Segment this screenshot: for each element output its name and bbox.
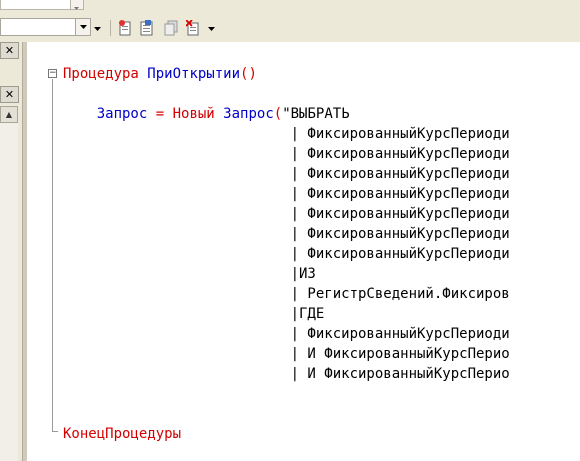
chevron-down-icon[interactable]: [75, 19, 90, 35]
close-icon[interactable]: ✕: [0, 42, 19, 59]
code-line[interactable]: |ГДЕ: [63, 304, 325, 324]
code-token: Запрос: [63, 106, 148, 122]
code-token: | РегистрСведений.Фиксиров: [63, 286, 510, 302]
code-token: |ИЗ: [63, 266, 316, 282]
code-token: | ФиксированныйКурсПериоди: [63, 166, 510, 182]
left-panel: ✕ ✕ ▲: [0, 42, 23, 461]
code-token: =: [147, 106, 173, 122]
code-token: | ФиксированныйКурсПериоди: [63, 326, 510, 342]
scroll-up-button[interactable]: ▲: [0, 106, 18, 123]
code-line[interactable]: | ФиксированныйКурсПериоди: [63, 184, 510, 204]
code-line[interactable]: | ФиксированныйКурсПериоди: [63, 224, 510, 244]
new-module-icon[interactable]: [140, 20, 154, 36]
code-line[interactable]: | И ФиксированныйКурсПерио: [63, 344, 510, 364]
top-toolbar: [0, 0, 580, 15]
code-token: | ФиксированныйКурсПериоди: [63, 226, 510, 242]
code-token: | ФиксированныйКурсПериоди: [63, 246, 510, 262]
code-token: | И ФиксированныйКурсПерио: [63, 346, 510, 362]
delete-icon[interactable]: [185, 19, 200, 36]
code-line[interactable]: | ФиксированныйКурсПериоди: [63, 124, 510, 144]
toolbar-separator: [110, 20, 111, 36]
module-selector[interactable]: [0, 18, 91, 36]
code-token: | ФиксированныйКурсПериоди: [63, 126, 510, 142]
code-token: | ФиксированныйКурсПериоди: [63, 186, 510, 202]
close-icon[interactable]: ✕: [0, 86, 19, 103]
code-line[interactable]: |ИЗ: [63, 264, 316, 284]
code-token: КонецПроцедуры: [63, 426, 182, 442]
code-token: Новый: [172, 106, 224, 122]
code-line[interactable]: | ФиксированныйКурсПериоди: [63, 204, 510, 224]
code-line[interactable]: | РегистрСведений.Фиксиров: [63, 284, 510, 304]
code-token: ПриОткрытии: [147, 66, 241, 82]
chevron-down-icon[interactable]: [70, 0, 83, 10]
code-token: | ФиксированныйКурсПериоди: [63, 146, 510, 162]
code-token: Процедура: [63, 66, 148, 82]
code-line[interactable]: | И ФиксированныйКурсПерио: [63, 364, 510, 384]
copy-icon[interactable]: [164, 20, 178, 36]
chevron-down-icon[interactable]: [208, 26, 215, 34]
code-line[interactable]: | ФиксированныйКурсПериоди: [63, 164, 510, 184]
code-line[interactable]: Запрос = Новый Запрос("ВЫБРАТЬ: [63, 104, 350, 124]
code-token: | ФиксированныйКурсПериоди: [63, 206, 510, 222]
close-label: ✕: [4, 88, 15, 101]
object-selector[interactable]: [0, 0, 84, 10]
code-line[interactable]: Процедура ПриОткрытии(): [63, 64, 257, 84]
code-token: (): [240, 66, 257, 82]
scroll-up-icon: ▲: [5, 110, 13, 119]
module-toolbar: [0, 14, 580, 42]
code-line[interactable]: | ФиксированныйКурсПериоди: [63, 324, 510, 344]
code-line[interactable]: КонецПроцедуры: [63, 424, 181, 444]
code-token: (: [273, 106, 283, 122]
code-line[interactable]: | ФиксированныйКурсПериоди: [63, 144, 510, 164]
code-token: |ГДЕ: [63, 306, 325, 322]
code-token: | И ФиксированныйКурсПерио: [63, 366, 510, 382]
code-text[interactable]: Процедура ПриОткрытии() Запрос = Новый З…: [27, 42, 580, 461]
vertical-scrollbar[interactable]: ▲: [0, 106, 18, 461]
code-token: Запрос: [223, 106, 274, 122]
insert-icon[interactable]: [118, 20, 132, 36]
chevron-down-icon[interactable]: [94, 26, 101, 34]
code-editor[interactable]: − Процедура ПриОткрытии() Запрос = Новый…: [27, 42, 580, 461]
code-line[interactable]: | ФиксированныйКурсПериоди: [63, 244, 510, 264]
close-label: ✕: [4, 44, 15, 57]
code-token: "ВЫБРАТЬ: [282, 106, 350, 122]
